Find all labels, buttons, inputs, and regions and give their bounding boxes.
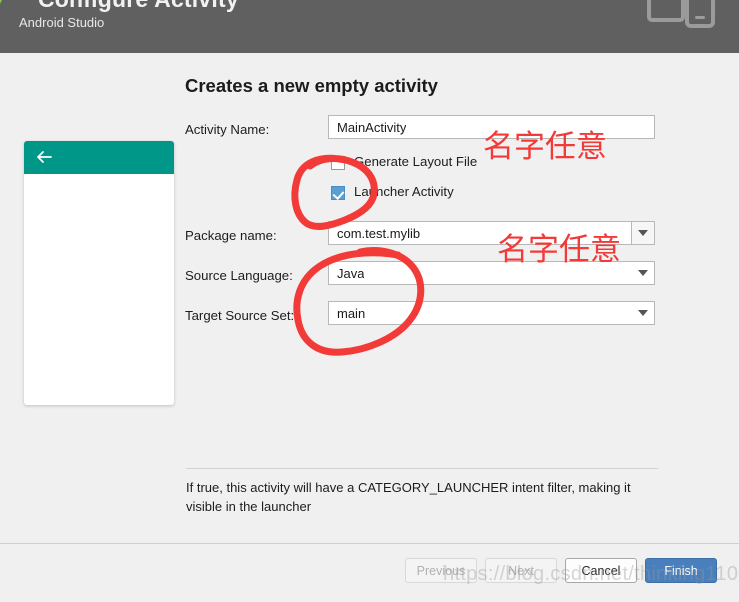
wizard-header-subtitle: Android Studio [19, 15, 105, 30]
help-separator [186, 468, 658, 469]
activity-name-row: Activity Name: MainActivity [185, 113, 660, 151]
generate-layout-file-checkbox[interactable] [331, 156, 345, 170]
activity-name-label: Activity Name: [185, 122, 270, 137]
launcher-activity-label: Launcher Activity [354, 184, 454, 199]
chevron-down-icon [638, 310, 648, 316]
arrow-left-icon [37, 151, 52, 163]
wizard-button-bar: Previous Next Cancel Finish [405, 558, 717, 583]
target-source-set-dropdown-button[interactable] [638, 302, 648, 324]
target-source-set-label: Target Source Set: [185, 308, 295, 323]
target-source-set-value: main [337, 305, 366, 321]
configure-activity-form: Activity Name: MainActivity Generate Lay… [185, 113, 660, 337]
next-button[interactable]: Next [485, 558, 557, 583]
target-source-set-combobox[interactable]: main [328, 301, 655, 325]
source-language-value: Java [337, 265, 365, 281]
activity-name-input[interactable]: MainActivity [328, 115, 655, 139]
cancel-button[interactable]: Cancel [565, 558, 637, 583]
wizard-header: Configure Activity Android Studio [0, 0, 739, 53]
activity-name-value: MainActivity [337, 119, 407, 135]
wizard-footer: Previous Next Cancel Finish [0, 543, 739, 597]
package-name-dropdown-button[interactable] [631, 222, 654, 244]
source-language-combobox[interactable]: Java [328, 261, 655, 285]
launcher-activity-checkbox[interactable] [331, 186, 345, 200]
package-name-combobox[interactable]: com.test.mylib [328, 221, 655, 245]
target-source-set-row: Target Source Set: main [185, 299, 660, 337]
finish-button[interactable]: Finish [645, 558, 717, 583]
package-name-label: Package name: [185, 228, 277, 243]
package-name-value: com.test.mylib [337, 225, 421, 241]
chevron-down-icon [638, 230, 648, 236]
generate-layout-file-label: Generate Layout File [354, 154, 478, 169]
android-logo-icon [0, 0, 2, 4]
previous-button[interactable]: Previous [405, 558, 477, 583]
package-name-row: Package name: com.test.mylib [185, 219, 660, 257]
source-language-dropdown-button[interactable] [638, 262, 648, 284]
tablet-and-phone-icon [647, 0, 715, 28]
activity-preview-thumbnail [24, 141, 174, 405]
preview-app-bar [24, 141, 174, 174]
chevron-down-icon [638, 270, 648, 276]
generate-layout-file-row[interactable]: Generate Layout File [185, 151, 660, 181]
wizard-body: Creates a new empty activity Activity Na… [0, 53, 739, 543]
launcher-activity-row[interactable]: Launcher Activity [185, 181, 660, 211]
source-language-label: Source Language: [185, 268, 293, 283]
wizard-header-title: Configure Activity [38, 0, 239, 13]
source-language-row: Source Language: Java [185, 259, 660, 297]
page-title: Creates a new empty activity [185, 75, 438, 96]
help-text: If true, this activity will have a CATEG… [186, 480, 631, 514]
